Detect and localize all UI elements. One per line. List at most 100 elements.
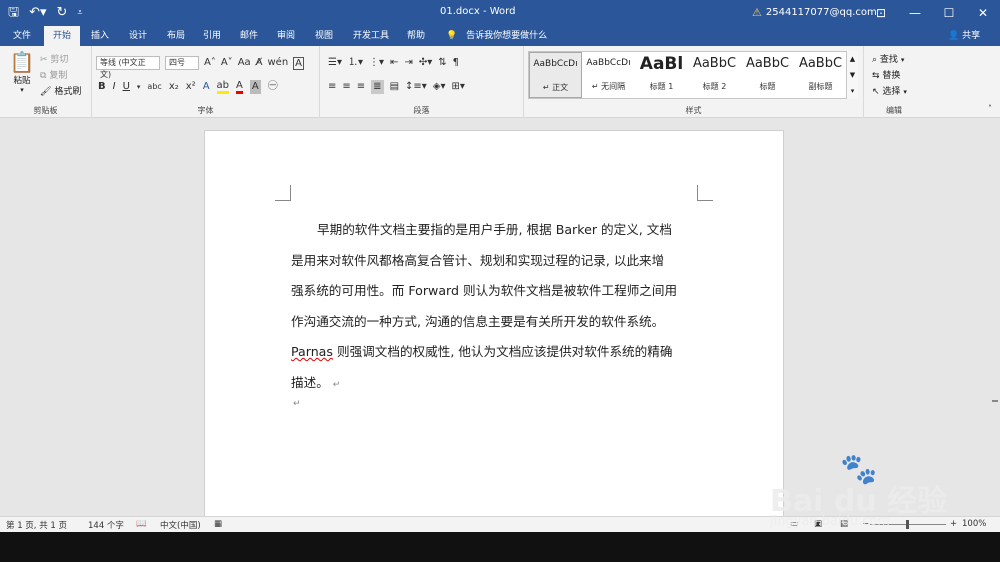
paste-label: 粘贴 (13, 76, 31, 86)
select-button[interactable]: ↖ 选择 ▾ (872, 84, 907, 97)
macro-record-icon[interactable]: ▦ (214, 519, 222, 529)
close-icon[interactable]: ✕ (966, 0, 1000, 26)
document-page[interactable]: 早期的软件文档主要指的是用户手册, 根据 Barker 的定义, 文档 是用来对… (204, 130, 784, 530)
tab-help[interactable]: 帮助 (400, 26, 432, 46)
grow-font-icon[interactable]: A˄ (204, 56, 216, 70)
tab-design[interactable]: 设计 (122, 26, 154, 46)
superscript-icon[interactable]: x² (186, 80, 196, 94)
text-line: 强系统的可用性。而 Forward 则认为软件文档是被软件工程师之间用 (291, 283, 678, 298)
style-name: ↵ 正文 (542, 83, 569, 92)
increase-indent-icon[interactable]: ⇥ (404, 56, 412, 70)
strikethrough-icon[interactable]: abc (147, 80, 161, 94)
font-name-select[interactable]: 等线 (中文正文) (96, 56, 160, 79)
tab-insert[interactable]: 插入 (84, 26, 116, 46)
font-group: 等线 (中文正文) 四号 A˄ A˅ Aa A̸ wén A B I U ▾ a… (92, 46, 320, 118)
styles-scroll[interactable]: ▲ ▼ ▾ (846, 51, 858, 99)
undo-icon[interactable]: ↶▾ (29, 4, 46, 22)
shading-icon[interactable]: ◈▾ (433, 80, 446, 94)
align-center-icon[interactable]: ≡ (342, 80, 350, 94)
save-icon[interactable]: 🖫 (8, 4, 19, 22)
proofing-icon[interactable]: 📖 (136, 519, 147, 529)
font-color-icon[interactable]: A (236, 80, 243, 94)
bullets-icon[interactable]: ☰▾ (328, 56, 342, 70)
find-button[interactable]: ⌕ 查找 ▾ (872, 52, 904, 65)
italic-icon[interactable]: I (113, 80, 116, 94)
word-count[interactable]: 144 个字 (88, 519, 124, 531)
style-normal[interactable]: AaBbCcDı ↵ 正文 (529, 52, 582, 98)
change-case-icon[interactable]: Aa (238, 56, 251, 70)
font-size-select[interactable]: 四号 (165, 56, 199, 70)
customize-qat-icon[interactable]: ⩡ (77, 4, 82, 22)
highlight-icon[interactable]: ab (216, 80, 230, 94)
multilevel-list-icon[interactable]: ⋮▾ (369, 56, 384, 70)
tab-home[interactable]: 开始 (44, 26, 80, 46)
scrollbar-thumb[interactable] (992, 400, 998, 402)
cut-button[interactable]: ✂ 剪切 (40, 52, 68, 65)
more-styles-icon[interactable]: ▾ (851, 87, 855, 95)
page-count[interactable]: 第 1 页, 共 1 页 (6, 519, 67, 531)
editing-group: ⌕ 查找 ▾ ⇆ 替换 ↖ 选择 ▾ 编辑 (864, 46, 924, 118)
misspelled-word[interactable]: Parnas (291, 344, 333, 359)
char-shading-icon[interactable]: A (249, 80, 261, 94)
copy-icon: ⧉ (40, 71, 47, 81)
styles-group-label: 样式 (685, 106, 702, 115)
chevron-down-icon[interactable]: ▼ (850, 71, 855, 79)
style-title[interactable]: AaBbC 标题 (741, 52, 794, 98)
borders-icon[interactable]: ⊞▾ (452, 80, 465, 94)
find-label: 查找 (879, 55, 898, 65)
distributed-icon[interactable]: ▤ (390, 80, 399, 94)
justify-icon[interactable]: ≣ (371, 80, 384, 94)
numbering-icon[interactable]: ⒈▾ (348, 56, 363, 70)
tab-references[interactable]: 引用 (196, 26, 228, 46)
style-heading-2[interactable]: AaBbC 标题 2 (688, 52, 741, 98)
style-heading-1[interactable]: AaBl 标题 1 (635, 52, 688, 98)
account-area[interactable]: ⚠ 2544117077@qq.com (752, 6, 877, 19)
align-right-icon[interactable]: ≡ (357, 80, 365, 94)
chevron-up-icon[interactable]: ▲ (850, 55, 855, 63)
shrink-font-icon[interactable]: A˅ (221, 56, 233, 70)
sort-icon[interactable]: ⇅ (438, 56, 446, 70)
person-icon: 👤 (948, 31, 960, 41)
copy-button[interactable]: ⧉ 复制 (40, 68, 67, 81)
chinese-layout-icon[interactable]: ✣▾ (419, 56, 432, 70)
tell-me-box[interactable]: 💡 告诉我你想要做什么 (446, 26, 547, 46)
tab-view[interactable]: 视图 (308, 26, 340, 46)
style-preview: AaBbCcDı (586, 58, 631, 68)
tab-file[interactable]: 文件 (4, 26, 40, 46)
bold-icon[interactable]: B (98, 80, 106, 94)
maximize-icon[interactable]: ☐ (932, 0, 966, 26)
chevron-down-icon[interactable]: ▾ (137, 80, 141, 94)
show-marks-icon[interactable]: ¶ (453, 56, 459, 70)
style-no-spacing[interactable]: AaBbCcDı ↵ 无间隔 (582, 52, 635, 98)
text-effects-icon[interactable]: A (203, 80, 210, 94)
char-border-icon[interactable]: A (293, 56, 305, 70)
style-subtitle[interactable]: AaBbC 副标题 (794, 52, 847, 98)
language-indicator[interactable]: 中文(中国) (160, 519, 201, 531)
underline-icon[interactable]: U (123, 80, 130, 94)
tab-mailings[interactable]: 邮件 (233, 26, 265, 46)
phonetic-guide-icon[interactable]: wén (268, 56, 289, 70)
tab-review[interactable]: 审阅 (270, 26, 302, 46)
ribbon-display-icon[interactable]: ⊡ (864, 0, 898, 26)
align-left-icon[interactable]: ≡ (328, 80, 336, 94)
format-painter-button[interactable]: 🖌 格式刷 (40, 84, 81, 97)
style-preview: AaBbC (692, 56, 737, 71)
tab-layout[interactable]: 布局 (160, 26, 192, 46)
text-line: 早期的软件文档主要指的是用户手册, 根据 Barker 的定义, 文档 (317, 222, 672, 237)
vertical-scrollbar[interactable] (990, 118, 1000, 516)
document-paragraph[interactable]: 早期的软件文档主要指的是用户手册, 根据 Barker 的定义, 文档 是用来对… (291, 215, 699, 400)
decrease-indent-icon[interactable]: ⇤ (390, 56, 398, 70)
replace-button[interactable]: ⇆ 替换 (872, 68, 900, 81)
scissors-icon: ✂ (40, 55, 48, 65)
tab-developer[interactable]: 开发工具 (348, 26, 394, 46)
minimize-icon[interactable]: — (898, 0, 932, 26)
enclose-char-icon[interactable]: ㊀ (268, 80, 278, 94)
redo-icon[interactable]: ↻ (57, 4, 68, 22)
share-button[interactable]: 👤 共享 (948, 26, 980, 46)
clear-format-icon[interactable]: A̸ (256, 56, 263, 70)
replace-label: 替换 (882, 71, 901, 81)
subscript-icon[interactable]: x₂ (169, 80, 179, 94)
collapse-ribbon-icon[interactable]: ˄ (988, 104, 992, 113)
line-spacing-icon[interactable]: ↕≡▾ (405, 80, 427, 94)
paste-button[interactable]: 📋 粘贴 ▾ (8, 50, 36, 94)
